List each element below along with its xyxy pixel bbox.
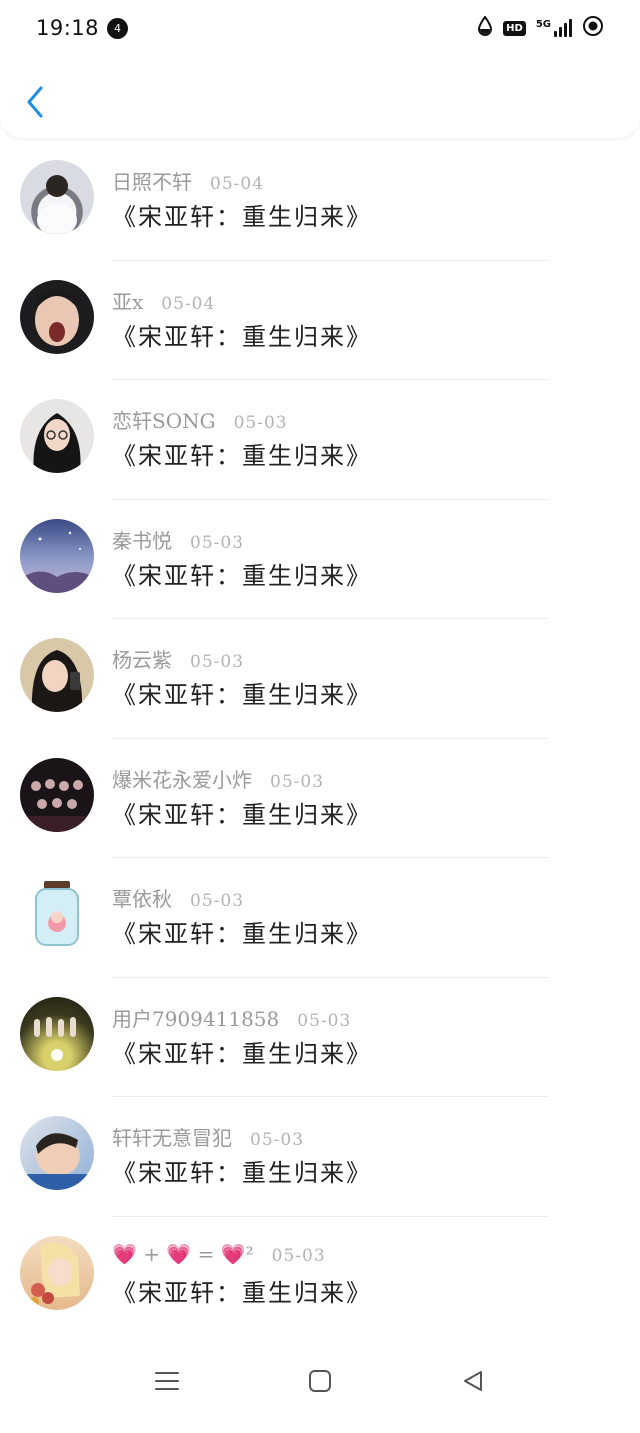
record-icon (582, 15, 604, 41)
signal-icon: 5G (536, 19, 572, 37)
triangle-back-icon (461, 1369, 485, 1397)
avatar[interactable] (20, 279, 94, 354)
back-button[interactable] (20, 84, 50, 124)
list-item[interactable]: 覃依秋 05-03 《宋亚轩：重生归来》 (0, 858, 640, 978)
avatar[interactable] (20, 1116, 94, 1190)
item-title[interactable]: 《宋亚轩：重生归来》 (112, 556, 372, 591)
item-title[interactable]: 《宋亚轩：重生归来》 (112, 197, 372, 232)
post-date: 05-04 (161, 293, 216, 314)
avatar[interactable] (20, 160, 94, 234)
reader-list: 日照不轩 05-04 《宋亚轩：重生归来》 亚x 05-04 《宋亚轩：重生归来… (0, 141, 640, 1336)
username[interactable]: 恋轩SONG (112, 405, 216, 434)
list-item[interactable]: 爆米花永爱小炸 05-03 《宋亚轩：重生归来》 (0, 739, 640, 858)
post-date: 05-04 (210, 174, 265, 194)
item-title[interactable]: 《宋亚轩：重生归来》 (112, 1273, 372, 1308)
home-button[interactable] (300, 1363, 340, 1403)
item-title[interactable]: 《宋亚轩：重生归来》 (112, 1153, 372, 1188)
avatar[interactable] (20, 638, 94, 712)
item-title[interactable]: 《宋亚轩：重生归来》 (112, 675, 372, 710)
avatar[interactable] (20, 996, 94, 1071)
post-date: 05-03 (250, 1130, 305, 1150)
post-date: 05-03 (233, 413, 288, 433)
avatar[interactable] (20, 1235, 94, 1310)
square-icon (308, 1369, 332, 1397)
post-date: 05-03 (190, 652, 245, 672)
item-title[interactable]: 《宋亚轩：重生归来》 (112, 795, 372, 830)
hd-badge: HD (503, 20, 526, 36)
username[interactable]: 覃依秋 (112, 883, 172, 912)
username[interactable]: 轩轩无意冒犯 (112, 1122, 232, 1151)
status-time: 19:18 (36, 16, 100, 40)
username[interactable]: 日照不轩 (112, 166, 192, 195)
avatar[interactable] (20, 757, 94, 832)
drop-icon (477, 15, 493, 40)
list-item[interactable]: 用户7909411858 05-03 《宋亚轩：重生归来》 (0, 978, 640, 1097)
username[interactable]: 用户7909411858 (112, 1003, 279, 1032)
network-type-label: 5G (535, 19, 551, 30)
back-nav-button[interactable] (453, 1363, 493, 1403)
system-nav-bar (0, 1332, 640, 1433)
notification-count-badge: 4 (107, 17, 129, 39)
list-item[interactable]: 亚x 05-04 《宋亚轩：重生归来》 (0, 261, 640, 380)
list-item[interactable]: 杨云紫 05-03 《宋亚轩：重生归来》 (0, 619, 640, 739)
username[interactable]: 秦书悦 (112, 525, 172, 554)
list-item[interactable]: 日照不轩 05-04 《宋亚轩：重生归来》 (0, 141, 640, 261)
item-title[interactable]: 《宋亚轩：重生归来》 (112, 1034, 372, 1069)
username[interactable]: 💗 + 💗 = 💗² (112, 1242, 254, 1266)
status-bar: 19:18 4 HD 5G (0, 0, 640, 56)
post-date: 05-03 (271, 1245, 326, 1266)
list-item[interactable]: 轩轩无意冒犯 05-03 《宋亚轩：重生归来》 (0, 1097, 640, 1217)
post-date: 05-03 (297, 1010, 352, 1031)
item-title[interactable]: 《宋亚轩：重生归来》 (112, 317, 372, 352)
menu-icon (154, 1370, 180, 1396)
avatar[interactable] (20, 518, 94, 593)
top-header: 19:18 4 HD 5G (0, 0, 640, 138)
avatar[interactable] (20, 877, 94, 951)
avatar[interactable] (20, 399, 94, 473)
post-date: 05-03 (190, 532, 245, 553)
username[interactable]: 杨云紫 (112, 644, 172, 673)
post-date: 05-03 (270, 771, 325, 792)
chevron-left-icon (25, 86, 45, 122)
item-title[interactable]: 《宋亚轩：重生归来》 (112, 436, 372, 471)
menu-button[interactable] (147, 1363, 187, 1403)
item-title[interactable]: 《宋亚轩：重生归来》 (112, 914, 372, 949)
list-item[interactable]: 恋轩SONG 05-03 《宋亚轩：重生归来》 (0, 380, 640, 500)
username[interactable]: 爆米花永爱小炸 (112, 764, 252, 793)
list-item[interactable]: 秦书悦 05-03 《宋亚轩：重生归来》 (0, 500, 640, 619)
list-item[interactable]: 💗 + 💗 = 💗² 05-03 《宋亚轩：重生归来》 (0, 1217, 640, 1337)
post-date: 05-03 (190, 891, 245, 911)
username[interactable]: 亚x (112, 286, 143, 315)
